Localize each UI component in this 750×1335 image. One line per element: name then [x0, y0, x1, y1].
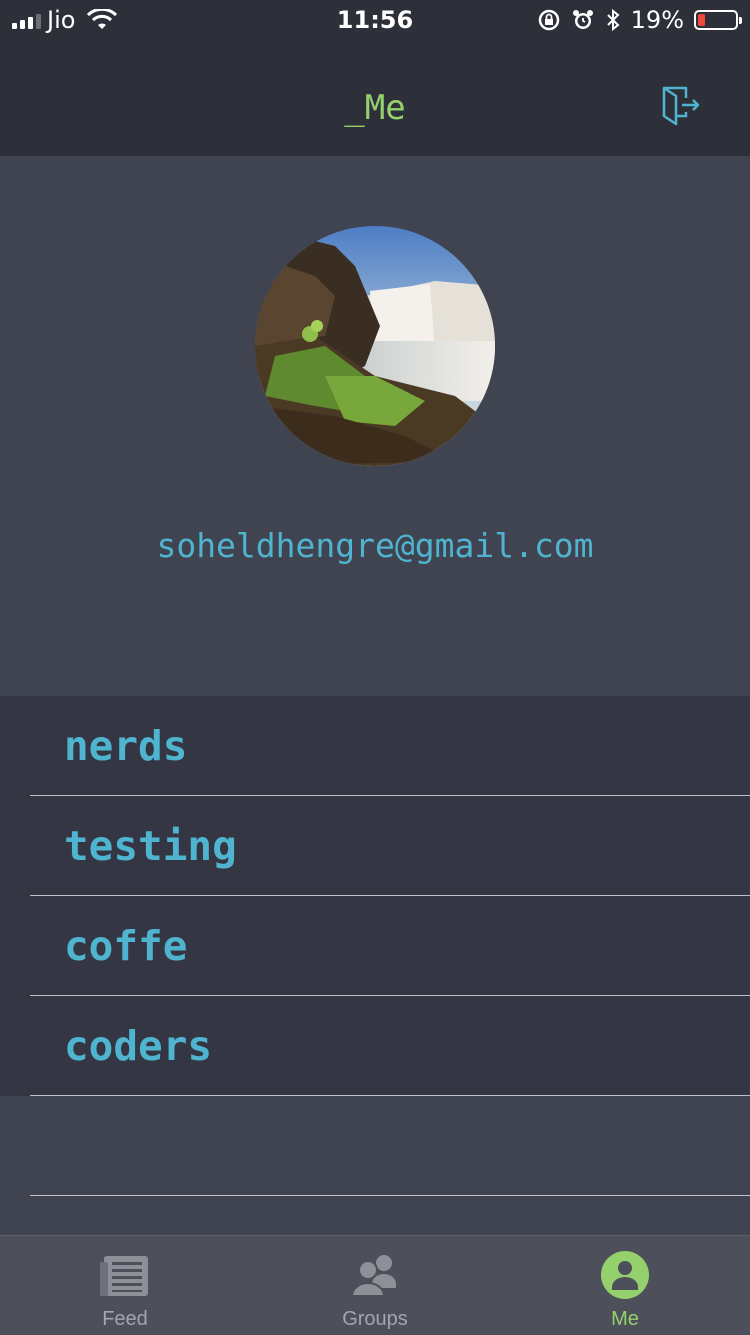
- status-bar: Jio 11:56 19%: [0, 0, 750, 40]
- rotation-lock-icon: [538, 9, 559, 31]
- navigation-bar: _Me: [0, 40, 750, 156]
- tab-label: Me: [611, 1308, 639, 1330]
- logout-button[interactable]: [658, 84, 702, 128]
- group-label: testing: [64, 822, 237, 870]
- list-item[interactable]: coders: [0, 996, 750, 1096]
- logout-icon: [662, 86, 700, 126]
- page-title: _Me: [344, 88, 406, 128]
- tab-bar: Feed Groups Me: [0, 1235, 750, 1335]
- tab-label: Groups: [342, 1308, 408, 1330]
- group-label: coders: [64, 1022, 213, 1070]
- tab-label: Feed: [102, 1308, 148, 1330]
- profile-icon: [601, 1251, 649, 1299]
- list-item[interactable]: testing: [0, 796, 750, 896]
- feed-icon: [100, 1256, 148, 1296]
- divider: [30, 1095, 750, 1096]
- battery-level-fill: [698, 14, 705, 26]
- tab-feed[interactable]: Feed: [0, 1236, 250, 1335]
- list-item[interactable]: nerds: [0, 696, 750, 796]
- group-label: coffe: [64, 922, 188, 970]
- list-item[interactable]: coffe: [0, 896, 750, 996]
- status-right: 19%: [537, 6, 742, 34]
- alarm-icon: [572, 10, 593, 29]
- groups-list: nerds testing coffe coders: [0, 696, 750, 1096]
- tab-me[interactable]: Me: [500, 1236, 750, 1335]
- profile-section: soheldhengre@gmail.com: [0, 156, 750, 696]
- user-email: soheldhengre@gmail.com: [156, 526, 594, 565]
- group-label: nerds: [64, 722, 188, 770]
- tab-groups[interactable]: Groups: [250, 1236, 500, 1335]
- waterfall-landscape-photo: [255, 226, 495, 466]
- bluetooth-icon: [606, 8, 620, 32]
- groups-icon: [350, 1255, 396, 1297]
- battery-icon: [694, 10, 742, 30]
- avatar[interactable]: [255, 226, 495, 466]
- divider: [30, 1195, 750, 1196]
- battery-percent: 19%: [630, 6, 684, 34]
